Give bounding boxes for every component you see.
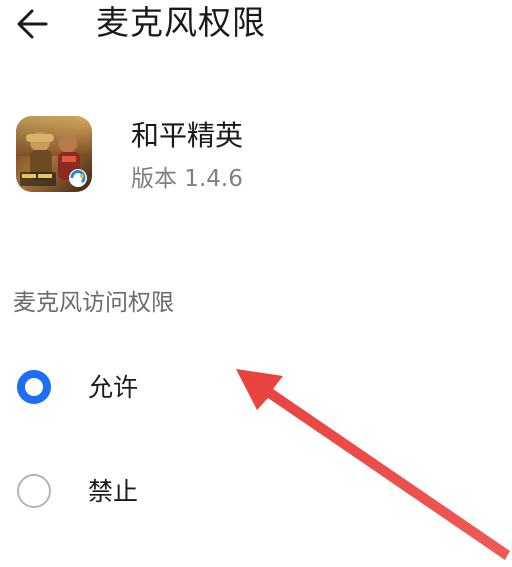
radio-unchecked-icon[interactable] <box>17 474 51 508</box>
option-label-deny: 禁止 <box>88 477 139 506</box>
game-app-icon <box>16 116 92 192</box>
app-header: 麦克风权限 <box>0 0 512 56</box>
radio-checked-icon[interactable] <box>17 370 51 404</box>
radio-option-allow[interactable]: 允许 <box>0 348 512 428</box>
section-title: 麦克风访问权限 <box>13 290 174 316</box>
app-name: 和平精英 <box>131 119 244 152</box>
arrow-left-icon <box>17 9 48 39</box>
page-title: 麦克风权限 <box>96 3 266 42</box>
radio-option-deny[interactable]: 禁止 <box>0 452 512 532</box>
app-version: 版本 1.4.6 <box>131 166 243 192</box>
option-label-allow: 允许 <box>88 373 139 402</box>
app-info: 和平精英 版本 1.4.6 <box>0 108 512 208</box>
back-button[interactable] <box>12 2 56 46</box>
